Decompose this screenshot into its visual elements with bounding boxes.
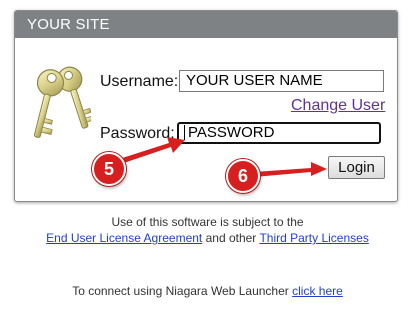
- username-value: YOUR USER NAME: [186, 72, 323, 89]
- text-caret: [184, 124, 185, 140]
- password-label: Password:: [100, 125, 175, 142]
- username-field[interactable]: YOUR USER NAME: [179, 70, 384, 92]
- license-notice: Use of this software is subject to the: [111, 215, 304, 229]
- click-here-link[interactable]: click here: [292, 284, 343, 298]
- site-title: YOUR SITE: [27, 16, 110, 33]
- launcher-line: To connect using Niagara Web Launcher cl…: [0, 284, 415, 298]
- panel-header: YOUR SITE: [15, 11, 397, 38]
- eula-link[interactable]: End User License Agreement: [46, 231, 202, 245]
- username-label: Username:: [100, 73, 179, 90]
- third-party-licenses-link[interactable]: Third Party Licenses: [259, 231, 368, 245]
- license-links: End User License Agreement and other Thi…: [0, 231, 415, 245]
- password-value: PASSWORD: [188, 124, 275, 141]
- login-button[interactable]: Login: [328, 156, 385, 179]
- step-badge-6: 6: [226, 159, 260, 193]
- step-badge-5: 5: [92, 152, 126, 186]
- change-user-link[interactable]: Change User: [291, 97, 385, 115]
- login-panel: YOUR SITE Username: YOUR USER NAME Chang…: [14, 10, 398, 202]
- password-field[interactable]: PASSWORD: [177, 122, 381, 144]
- keys-icon: [33, 66, 91, 138]
- and-other-text: and other: [205, 231, 257, 245]
- launcher-text: To connect using Niagara Web Launcher: [72, 284, 289, 298]
